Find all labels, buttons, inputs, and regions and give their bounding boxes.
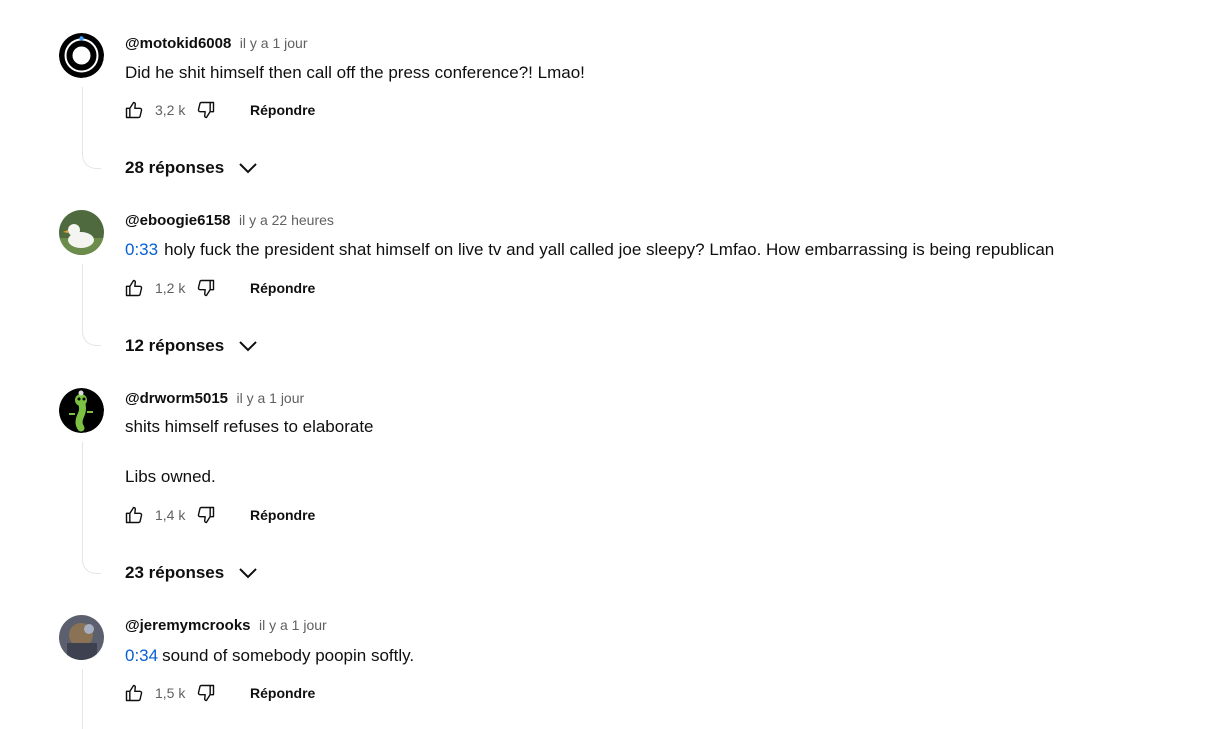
comment-header: @eboogie6158 il y a 22 heures: [125, 212, 334, 232]
like-count: 1,2 k: [155, 280, 186, 296]
comment-header: @drworm5015 il y a 1 jour: [125, 390, 304, 410]
replies-count-label: 23 réponses: [125, 563, 225, 582]
comment-line: sound of somebody poopin softly.: [162, 646, 415, 665]
comment-time[interactable]: il y a 1 jour: [259, 617, 327, 633]
timestamp-link[interactable]: 0:34: [125, 646, 158, 665]
view-replies-button[interactable]: 12 réponses: [125, 334, 258, 358]
like-icon[interactable]: [124, 100, 144, 120]
comment-line: Did he shit himself then call off the pr…: [125, 63, 585, 82]
dislike-icon[interactable]: [196, 505, 216, 525]
comment-header: @jeremymcrooks il y a 1 jour: [125, 617, 327, 637]
timestamp-link[interactable]: 0:33: [125, 240, 158, 259]
avatar[interactable]: [59, 615, 104, 660]
view-replies-button[interactable]: 28 réponses: [125, 156, 258, 180]
thread-connector: [82, 264, 101, 346]
comment-line: shits himself refuses to elaborate: [125, 417, 374, 436]
comment-text: 0:33 holy fuck the president shat himself…: [125, 239, 1054, 261]
comment-text: Libs owned.: [125, 466, 216, 488]
comment-actions: 1,5 k Répondre: [124, 681, 315, 705]
like-count: 3,2 k: [155, 102, 186, 118]
replies-count-label: 28 réponses: [125, 158, 225, 177]
view-replies-button[interactable]: 23 réponses: [125, 561, 258, 585]
like-icon[interactable]: [124, 683, 144, 703]
replies-count-label: 12 réponses: [125, 336, 225, 355]
avatar[interactable]: [59, 388, 104, 433]
author-name[interactable]: @jeremymcrooks: [125, 617, 251, 634]
author-name[interactable]: @drworm5015: [125, 390, 228, 407]
reply-button[interactable]: Répondre: [250, 507, 315, 523]
dislike-icon[interactable]: [196, 100, 216, 120]
comment-text: shits himself refuses to elaborate: [125, 416, 374, 438]
reply-button[interactable]: Répondre: [250, 280, 315, 296]
comment-time[interactable]: il y a 1 jour: [240, 35, 308, 51]
author-name[interactable]: @motokid6008: [125, 35, 231, 52]
thread-connector: [82, 87, 101, 169]
comment-line: holy fuck the president shat himself on …: [164, 240, 1055, 259]
comment-actions: 1,4 k Répondre: [124, 503, 315, 527]
thread-connector: [82, 442, 101, 574]
thread-connector: [82, 669, 101, 729]
like-count: 1,4 k: [155, 507, 186, 523]
comment-time[interactable]: il y a 22 heures: [239, 212, 334, 228]
dislike-icon[interactable]: [196, 683, 216, 703]
like-count: 1,5 k: [155, 685, 186, 701]
comment-line: Libs owned.: [125, 467, 216, 486]
comment-text: 0:34 sound of somebody poopin softly.: [125, 645, 414, 667]
avatar[interactable]: [59, 210, 104, 255]
reply-button[interactable]: Répondre: [250, 685, 315, 701]
comment-time[interactable]: il y a 1 jour: [236, 390, 304, 406]
chevron-down-icon: [238, 340, 258, 352]
comment-text: Did he shit himself then call off the pr…: [125, 62, 585, 84]
comment-actions: 1,2 k Répondre: [124, 276, 315, 300]
avatar[interactable]: [59, 33, 104, 78]
reply-button[interactable]: Répondre: [250, 102, 315, 118]
comment-header: @motokid6008 il y a 1 jour: [125, 35, 307, 55]
like-icon[interactable]: [124, 278, 144, 298]
dislike-icon[interactable]: [196, 278, 216, 298]
chevron-down-icon: [238, 162, 258, 174]
author-name[interactable]: @eboogie6158: [125, 212, 231, 229]
comment-actions: 3,2 k Répondre: [124, 98, 315, 122]
chevron-down-icon: [238, 567, 258, 579]
like-icon[interactable]: [124, 505, 144, 525]
